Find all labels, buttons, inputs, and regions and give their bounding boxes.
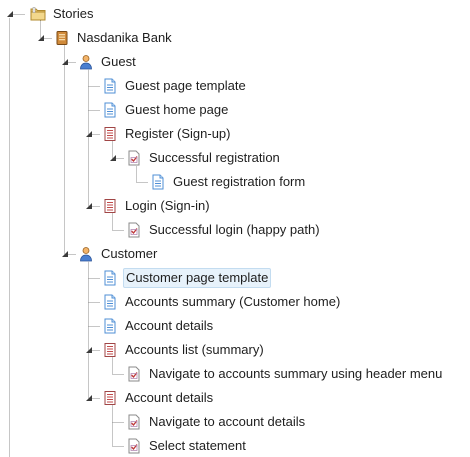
tree-node-stories[interactable]: Stories xyxy=(30,3,95,25)
tree-node-label: Navigate to account details xyxy=(149,414,306,429)
tree-node-customer[interactable]: Customer xyxy=(78,243,159,265)
expand-toggle-icon[interactable] xyxy=(7,11,13,17)
tree-node-select-statement[interactable]: Select statement xyxy=(126,435,248,457)
page-icon xyxy=(102,294,118,310)
tree-node-guest-home-page[interactable]: Guest home page xyxy=(102,99,230,121)
tree-node-accounts-summary[interactable]: Accounts summary (Customer home) xyxy=(102,291,342,313)
tree-node-label: Account details xyxy=(125,318,214,333)
expand-toggle-icon[interactable] xyxy=(86,131,92,137)
book-icon xyxy=(54,30,70,46)
tree-node-label: Successful login (happy path) xyxy=(149,222,320,237)
tree-node-guest-registration-form[interactable]: Guest registration form xyxy=(150,171,307,193)
tree-node-label: Customer xyxy=(101,246,158,261)
tree-node-label: Guest xyxy=(101,54,136,69)
expand-toggle-icon[interactable] xyxy=(86,347,92,353)
tree-node-guest-page-template[interactable]: Guest page template xyxy=(102,75,248,97)
story-icon xyxy=(102,390,118,406)
scenario-icon xyxy=(126,438,142,454)
page-icon xyxy=(102,270,118,286)
tree-node-label: Accounts summary (Customer home) xyxy=(125,294,341,309)
tree-node-account-details-story[interactable]: Account details xyxy=(102,387,215,409)
tree-node-login[interactable]: Login (Sign-in) xyxy=(102,195,212,217)
tree-node-label: Accounts list (summary) xyxy=(125,342,264,357)
page-icon xyxy=(102,318,118,334)
expand-toggle-icon[interactable] xyxy=(86,395,92,401)
story-tree: Stories Nasdanika Bank Guest Guest page tem… xyxy=(0,0,470,457)
tree-node-label: Select statement xyxy=(149,438,246,453)
story-icon xyxy=(102,198,118,214)
tree-node-label: Nasdanika Bank xyxy=(77,30,172,45)
page-icon xyxy=(102,78,118,94)
tree-node-customer-page-template[interactable]: Customer page template xyxy=(102,267,272,289)
tree-node-label: Successful registration xyxy=(149,150,280,165)
tree-node-guest[interactable]: Guest xyxy=(78,51,138,73)
expand-toggle-icon[interactable] xyxy=(38,35,44,41)
page-icon xyxy=(102,102,118,118)
tree-node-account-details-page[interactable]: Account details xyxy=(102,315,215,337)
expand-toggle-icon[interactable] xyxy=(110,155,116,161)
folder-icon xyxy=(30,6,46,22)
tree-node-label: Login (Sign-in) xyxy=(125,198,210,213)
tree-node-label: Guest page template xyxy=(125,78,246,93)
tree-node-navigate-account-details[interactable]: Navigate to account details xyxy=(126,411,307,433)
story-icon xyxy=(102,126,118,142)
tree-node-label: Guest registration form xyxy=(173,174,306,189)
tree-node-label: Stories xyxy=(53,6,94,21)
expand-toggle-icon[interactable] xyxy=(86,203,92,209)
user-icon xyxy=(78,246,94,262)
tree-node-accounts-list[interactable]: Accounts list (summary) xyxy=(102,339,266,361)
expand-toggle-icon[interactable] xyxy=(62,59,68,65)
scenario-icon xyxy=(126,414,142,430)
scenario-icon xyxy=(126,150,142,166)
tree-node-label: Guest home page xyxy=(125,102,229,117)
tree-node-label: Account details xyxy=(125,390,214,405)
tree-node-nasdanika-bank[interactable]: Nasdanika Bank xyxy=(54,27,174,49)
tree-node-successful-login[interactable]: Successful login (happy path) xyxy=(126,219,322,241)
tree-node-navigate-accounts-summary[interactable]: Navigate to accounts summary using heade… xyxy=(126,363,444,385)
tree-node-label: Customer page template xyxy=(123,268,272,288)
page-icon xyxy=(150,174,166,190)
scenario-icon xyxy=(126,222,142,238)
user-icon xyxy=(78,54,94,70)
tree-node-register[interactable]: Register (Sign-up) xyxy=(102,123,233,145)
tree-node-label: Navigate to accounts summary using heade… xyxy=(149,366,443,381)
tree-node-successful-registration[interactable]: Successful registration xyxy=(126,147,282,169)
scenario-icon xyxy=(126,366,142,382)
expand-toggle-icon[interactable] xyxy=(62,251,68,257)
tree-node-label: Register (Sign-up) xyxy=(125,126,231,141)
story-icon xyxy=(102,342,118,358)
